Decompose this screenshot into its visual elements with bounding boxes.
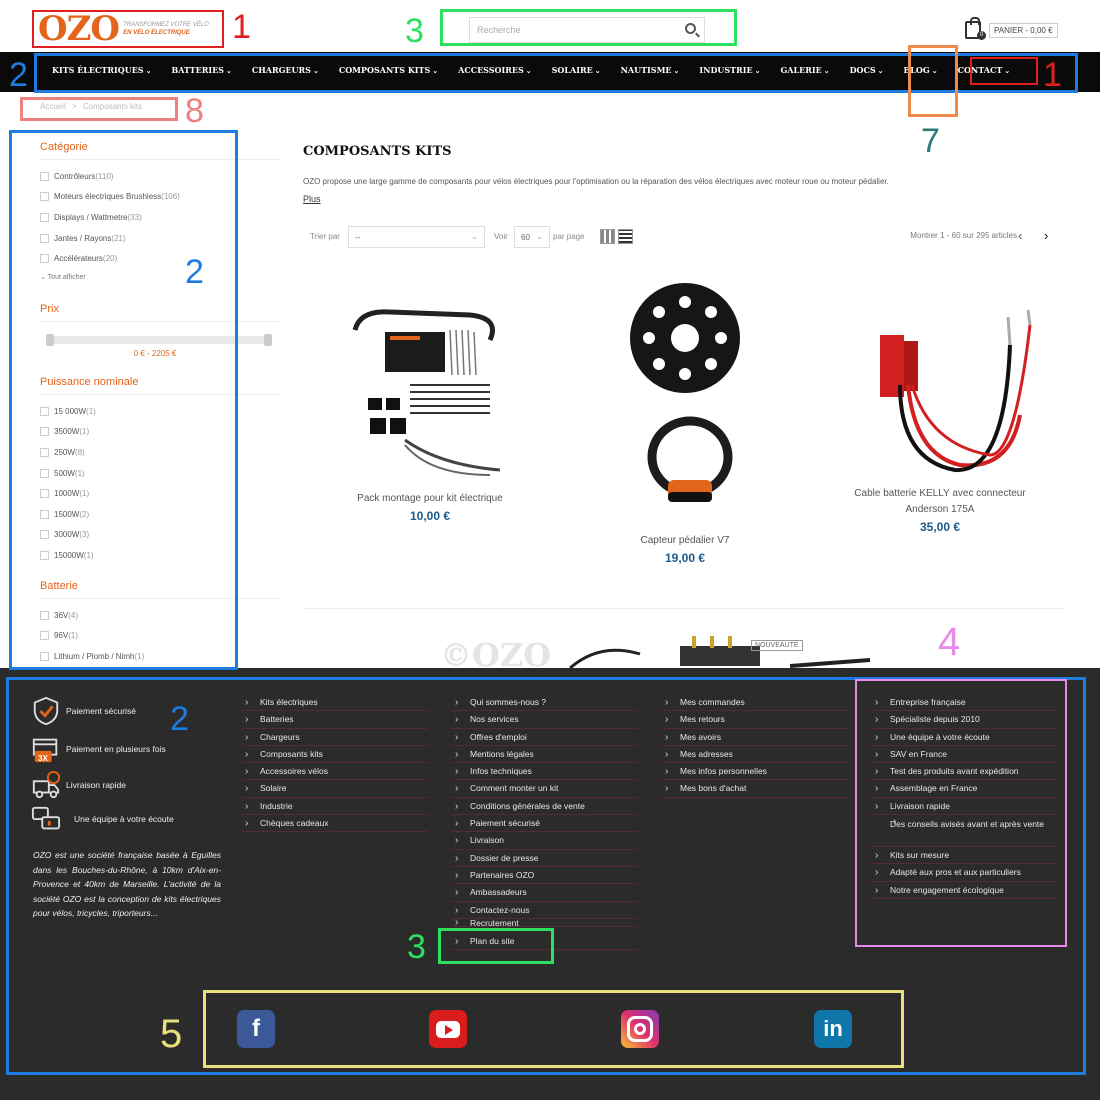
product-image[interactable] [350,300,510,480]
chevron-right-icon[interactable]: › [1044,228,1048,243]
product-card[interactable]: Capteur pédalier V7 19,00 € [585,282,785,565]
new-badge: NOUVEAUTÉ [751,640,803,651]
cart-button[interactable]: 0 PANIER - 0,00 € [965,17,1058,42]
per-page-value: 60 [521,233,530,242]
product-image[interactable] [840,305,1040,475]
product-price: 10,00 € [409,509,451,523]
product-price: 19,00 € [664,551,706,565]
product-name[interactable]: Capteur pédalier V7 [585,533,785,549]
product-image[interactable] [620,282,750,522]
annotation-number: 8 [185,92,204,130]
chevron-left-icon[interactable]: ‹ [1018,228,1022,243]
shopping-bag-icon: 0 [965,17,986,40]
show-label: Voir [494,232,508,241]
annotation-box-sidebar [9,130,238,670]
annotation-number: 5 [160,1012,183,1056]
divider [303,608,1065,609]
annotation-box-breadcrumb [20,97,178,121]
page-title: COMPOSANTS KITS [303,144,452,159]
annotation-box-social [203,990,904,1068]
product-card[interactable]: Cable batterie KELLY avec connecteur And… [840,305,1040,534]
price-slider-max-handle[interactable] [264,333,272,346]
annotation-number: 2 [185,253,204,291]
annotation-box-logo [32,10,224,48]
product-image-partial[interactable] [560,632,880,668]
per-page-label: par page [553,232,585,241]
sort-label: Trier par [310,232,340,241]
annotation-box-blog [908,45,958,117]
annotation-number: 1 [232,8,251,46]
grid-view-icon[interactable] [600,229,615,244]
listing-toolbar: Trier par -- ⌄ Voir 60 ⌄ par page Montre… [303,224,1065,250]
product-name[interactable]: Pack montage pour kit électrique [330,491,530,507]
per-page-select[interactable]: 60 ⌄ [514,226,550,248]
annotation-box-search [440,9,737,46]
cart-count: 0 [977,31,986,40]
chevron-down-icon: ⌄ [471,232,478,241]
chevron-down-icon: ⌄ [536,232,543,241]
annotation-box-contact [970,57,1038,85]
annotation-number: 1 [1043,56,1062,94]
page: OZO TRANSFORMEZ VOTRE VÉLO EN VÉLO ÉLECT… [0,0,1100,1100]
category-description: OZO propose une large gamme de composant… [303,177,889,186]
more-link[interactable]: Plus [303,194,321,204]
product-name[interactable]: Cable batterie KELLY avec connecteur And… [840,486,1040,518]
product-card[interactable]: Pack montage pour kit électrique 10,00 € [330,300,530,523]
sort-select[interactable]: -- ⌄ [348,226,485,248]
annotation-number: 4 [938,620,961,664]
list-view-icon[interactable] [618,229,633,244]
annotation-box-commitments [855,679,1067,947]
annotation-number: 7 [921,122,940,160]
annotation-box-sitemap [438,928,554,964]
cart-label: PANIER - 0,00 € [989,22,1058,38]
pager-text: Montrer 1 - 60 sur 295 articles [910,231,1017,240]
annotation-number: 2 [170,700,189,738]
annotation-number: 2 [9,56,28,94]
sort-value: -- [355,233,361,242]
annotation-number: 3 [407,928,426,966]
product-price: 35,00 € [919,520,961,534]
annotation-number: 3 [405,12,424,50]
